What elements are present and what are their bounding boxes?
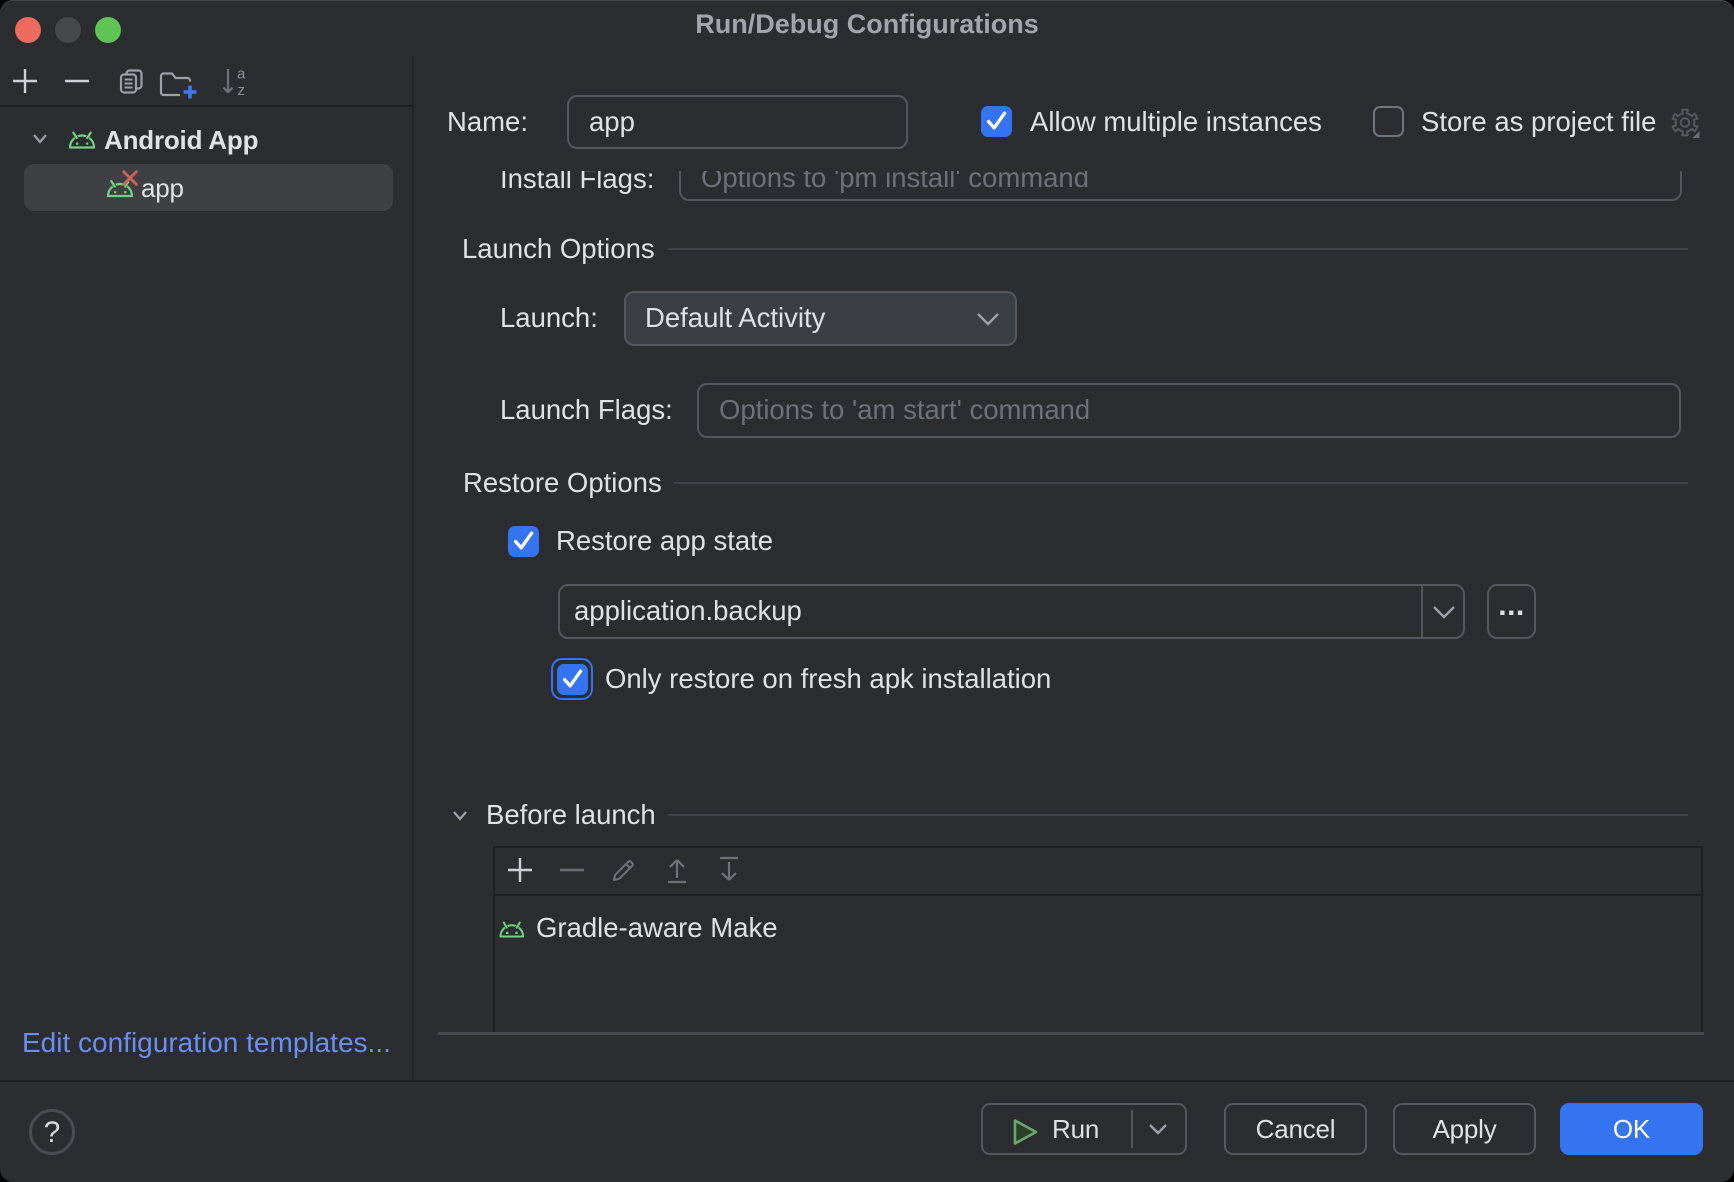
svg-text:z: z bbox=[238, 82, 246, 97]
svg-text:a: a bbox=[237, 67, 246, 83]
